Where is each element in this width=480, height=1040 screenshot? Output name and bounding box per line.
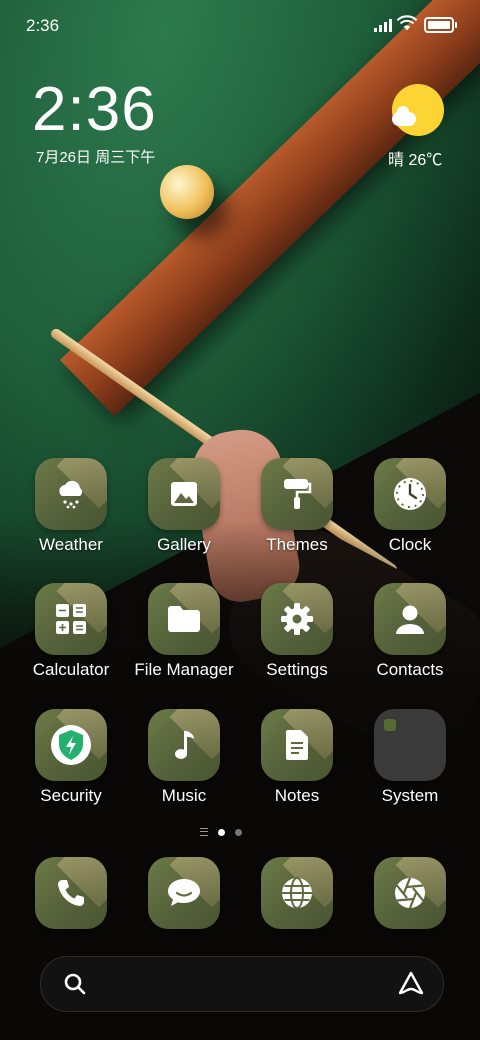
app-themes[interactable]: Themes [247,458,347,555]
calculator-icon [35,583,107,655]
app-weather[interactable]: Weather [21,458,121,555]
folder-system[interactable]: System [360,709,460,806]
paint-roller-icon [261,458,333,530]
dock-browser[interactable] [247,857,347,929]
wifi-icon [396,15,418,31]
app-label: Notes [274,786,320,805]
app-gallery[interactable]: Gallery [134,458,234,555]
app-calculator[interactable]: Calculator [21,583,121,680]
page-indicator[interactable] [200,828,242,836]
app-file-manager[interactable]: File Manager [134,583,234,680]
camera-aperture-icon [374,857,446,929]
gear-icon [261,583,333,655]
app-label: Music [161,786,207,805]
status-bar: 2:36 [0,0,480,50]
page-dot[interactable] [235,828,242,836]
app-notes[interactable]: Notes [247,709,347,806]
app-clock[interactable]: Clock [360,458,460,555]
app-label: Security [40,786,102,805]
app-label: Calculator [32,660,110,679]
signal-icon [374,18,392,32]
mini-app-icon [384,719,396,731]
search-icon[interactable] [63,972,87,996]
app-contacts[interactable]: Contacts [360,583,460,680]
assistant-icon[interactable] [397,970,425,998]
document-icon [261,709,333,781]
dock-camera[interactable] [360,857,460,929]
search-bar[interactable] [40,956,444,1012]
shield-lightning-icon [35,709,107,781]
app-label: Contacts [376,660,444,679]
person-icon [374,583,446,655]
globe-icon [261,857,333,929]
battery-icon [424,17,457,33]
app-label: Weather [39,535,103,554]
dock-phone[interactable] [21,857,121,929]
message-icon [148,857,220,929]
clock-widget-time[interactable]: 2:36 [32,74,157,146]
app-music[interactable]: Music [134,709,234,806]
folder-grid-icon [374,709,446,781]
status-time: 2:36 [26,16,60,35]
app-label: Gallery [157,535,211,554]
dock-messages[interactable] [134,857,234,929]
app-label: System [381,786,439,805]
clock-widget-date[interactable]: 7月26日 周三下午 [36,146,155,167]
weather-snow-cloud-icon [35,458,107,530]
cloud-icon [392,106,416,126]
phone-icon [35,857,107,929]
music-note-icon [148,709,220,781]
app-label: Settings [266,660,328,679]
app-label: File Manager [134,660,234,679]
weather-widget-text[interactable]: 晴 26℃ [388,146,442,170]
page-dot-active[interactable] [218,828,225,836]
folder-icon [148,583,220,655]
app-label: Themes [266,535,328,554]
app-label: Clock [388,535,432,554]
app-settings[interactable]: Settings [247,583,347,680]
app-security[interactable]: Security [21,709,121,806]
clock-icon [374,458,446,530]
wallpaper-ball [160,165,214,219]
image-icon [148,458,220,530]
menu-lines-icon[interactable] [200,828,208,836]
